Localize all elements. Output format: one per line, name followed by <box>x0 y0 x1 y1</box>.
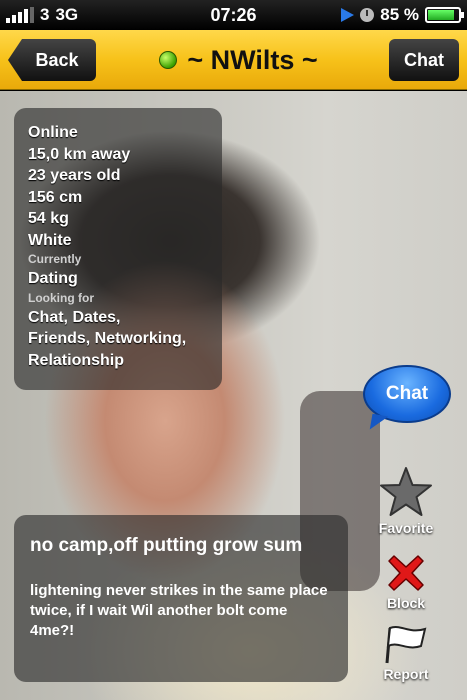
alarm-icon <box>360 8 375 22</box>
age: 23 years old <box>28 167 121 184</box>
status-bar: 3 3G 07:26 85 % <box>0 0 467 30</box>
favorite-button[interactable]: Favorite <box>370 466 442 536</box>
currently-value: Dating <box>28 270 78 287</box>
block-x-icon <box>386 553 426 593</box>
report-label: Report <box>383 666 429 682</box>
about-headline: no camp,off putting grow sum <box>30 535 303 556</box>
profile-info-panel: Online 15,0 km away 23 years old 156 cm … <box>14 108 222 390</box>
location-icon <box>341 8 355 22</box>
ethnicity: White <box>28 231 72 249</box>
profile-name: ~ NWilts ~ <box>187 44 318 75</box>
chat-button[interactable]: Chat <box>389 39 459 81</box>
flag-icon <box>383 624 429 664</box>
block-label: Block <box>386 595 426 611</box>
battery-percent: 85 % <box>380 5 419 24</box>
looking-for-line: Friends, Networking, <box>28 330 187 347</box>
back-button[interactable]: Back <box>8 39 96 81</box>
about-text: lightening never strikes in the same pla… <box>30 582 328 639</box>
battery-icon <box>425 7 464 23</box>
chat-bubble-button[interactable]: Chat <box>363 365 451 423</box>
looking-for-line: Relationship <box>28 351 125 369</box>
about-panel: no camp,off putting grow sum lightening … <box>14 515 348 682</box>
looking-for-label: Looking for <box>28 290 94 305</box>
height: 156 cm <box>28 188 83 206</box>
navigation-bar: Back ~ NWilts ~ Chat <box>0 30 467 90</box>
block-button[interactable]: Block <box>370 553 442 611</box>
online-status: Online <box>28 124 78 141</box>
page-title: ~ NWilts ~ <box>110 30 367 90</box>
currently-label: Currently <box>28 252 82 266</box>
online-status-icon <box>159 51 178 69</box>
weight: 54 kg <box>28 210 69 227</box>
distance: 15,0 km away <box>28 145 131 163</box>
report-button[interactable]: Report <box>370 624 442 682</box>
star-icon <box>379 466 433 518</box>
favorite-label: Favorite <box>378 520 434 536</box>
looking-for-line: Chat, Dates, <box>28 308 121 326</box>
